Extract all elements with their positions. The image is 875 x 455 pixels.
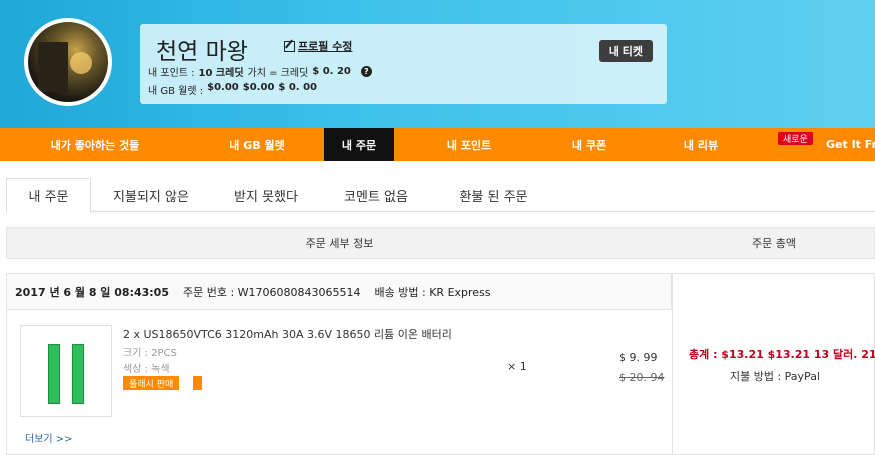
nav-item-my-reviews[interactable]: 내 리뷰 bbox=[634, 128, 768, 161]
points-mid: 가치 = 크레딧 bbox=[247, 68, 309, 79]
my-ticket-button[interactable]: 내 티켓 bbox=[598, 40, 653, 62]
order-number-label: 주문 번호 : bbox=[182, 285, 235, 299]
order-number: W1706080843065514 bbox=[237, 285, 361, 299]
wallet-prefix: 내 GB 월렛 : bbox=[148, 86, 204, 97]
payment-method: 지불 방법 : PayPal bbox=[729, 370, 820, 383]
product-color: 색상 : 녹색 bbox=[123, 364, 170, 375]
product-price: $ 9. 99 bbox=[619, 351, 658, 364]
points-prefix: 내 포인트 : bbox=[148, 68, 195, 79]
nav-item-gb-wallet[interactable]: 내 GB 월렛 bbox=[190, 128, 324, 161]
nav-item-my-points[interactable]: 내 포인트 bbox=[394, 128, 544, 161]
order-total: 총계 : $13.21 $13.21 13 달러. 21 bbox=[689, 348, 875, 361]
avatar-image-hut bbox=[38, 42, 68, 92]
tab-no-comment[interactable]: 코멘트 없음 bbox=[321, 178, 431, 212]
wallet-value-1: $0.00 bbox=[207, 82, 239, 93]
shipping-group: 배송 방법 : KR Express bbox=[375, 284, 491, 300]
edit-profile-link[interactable]: 프로필 수정 bbox=[284, 38, 352, 54]
new-badge: 새로운 bbox=[778, 132, 813, 145]
flash-sale-tag: 플래시 판매 bbox=[123, 376, 180, 390]
product-image[interactable] bbox=[20, 325, 112, 417]
product-title[interactable]: 2 x US18650VTC6 3120mAh 30A 3.6V 18650 리… bbox=[123, 326, 452, 342]
see-more-link[interactable]: 더보기 >> bbox=[25, 430, 73, 445]
wallet-value-2: $0.00 bbox=[242, 82, 275, 93]
order-date: 2017 년 6 월 8 일 08:43:05 bbox=[15, 285, 169, 299]
order-meta-row: 2017 년 6 월 8 일 08:43:05 주문 번호 : W1706080… bbox=[7, 274, 672, 310]
nav-item-my-orders[interactable]: 내 주문 bbox=[324, 128, 394, 161]
account-nav-bar: 내가 좋아하는 것들 내 GB 월렛 내 주문 내 포인트 내 쿠폰 내 리뷰 … bbox=[0, 128, 875, 161]
tab-refunded[interactable]: 환불 된 주문 bbox=[431, 178, 556, 212]
product-original-price: $ 20. 94 bbox=[619, 371, 665, 384]
profile-header: 천연 마왕 프로필 수정 내 포인트 : 10 크레딧 가치 = 크레딧 $ 0… bbox=[0, 0, 875, 128]
points-line: 내 포인트 : 10 크레딧 가치 = 크레딧 $ 0. 20 ? bbox=[148, 64, 372, 79]
avatar-image-light bbox=[70, 52, 92, 74]
product-size: 크기 : 2PCS bbox=[123, 348, 177, 359]
order-tabs: 내 주문 지불되지 않은 받지 못했다 코멘트 없음 환불 된 주문 bbox=[6, 178, 875, 213]
order-card: 2017 년 6 월 8 일 08:43:05 주문 번호 : W1706080… bbox=[6, 273, 875, 455]
wallet-value-3: $ 0. 00 bbox=[278, 82, 317, 93]
edit-icon bbox=[284, 40, 295, 52]
tab-my-orders[interactable]: 내 주문 bbox=[6, 178, 91, 213]
help-icon[interactable]: ? bbox=[360, 66, 372, 77]
order-number-group: 주문 번호 : W1706080843065514 bbox=[183, 284, 361, 300]
profile-card: 천연 마왕 프로필 수정 내 포인트 : 10 크레딧 가치 = 크레딧 $ 0… bbox=[140, 24, 667, 104]
column-order-total: 주문 총액 bbox=[752, 237, 796, 250]
order-total-column: 총계 : $13.21 $13.21 13 달러. 21 지불 방법 : Pay… bbox=[672, 274, 875, 454]
edit-profile-label: 프로필 수정 bbox=[298, 40, 353, 53]
nav-item-my-coupons[interactable]: 내 쿠폰 bbox=[544, 128, 634, 161]
tab-not-received[interactable]: 받지 못했다 bbox=[211, 178, 321, 212]
nav-item-get-it-free[interactable]: Get It Fr bbox=[826, 128, 875, 161]
wallet-line: 내 GB 월렛 : $0.00 $0.00 $ 0. 00 bbox=[148, 82, 317, 97]
tab-unpaid[interactable]: 지불되지 않은 bbox=[91, 178, 211, 212]
shipping-label: 배송 방법 : bbox=[374, 285, 426, 299]
profile-name: 천연 마왕 bbox=[156, 39, 248, 65]
avatar[interactable] bbox=[24, 18, 112, 106]
points-value: 10 크레딧 bbox=[198, 68, 244, 79]
order-table-header: 주문 세부 정보 주문 총액 bbox=[6, 227, 875, 259]
shipping-method: KR Express bbox=[429, 285, 491, 299]
battery-cell-right bbox=[72, 344, 84, 404]
product-quantity: × 1 bbox=[507, 360, 527, 373]
column-order-details: 주문 세부 정보 bbox=[305, 237, 374, 250]
nav-item-favorites[interactable]: 내가 좋아하는 것들 bbox=[0, 128, 190, 161]
points-worth: $ 0. 20 bbox=[312, 66, 351, 77]
battery-cell-left bbox=[48, 344, 60, 404]
flash-sale-tag-tail bbox=[193, 376, 202, 390]
